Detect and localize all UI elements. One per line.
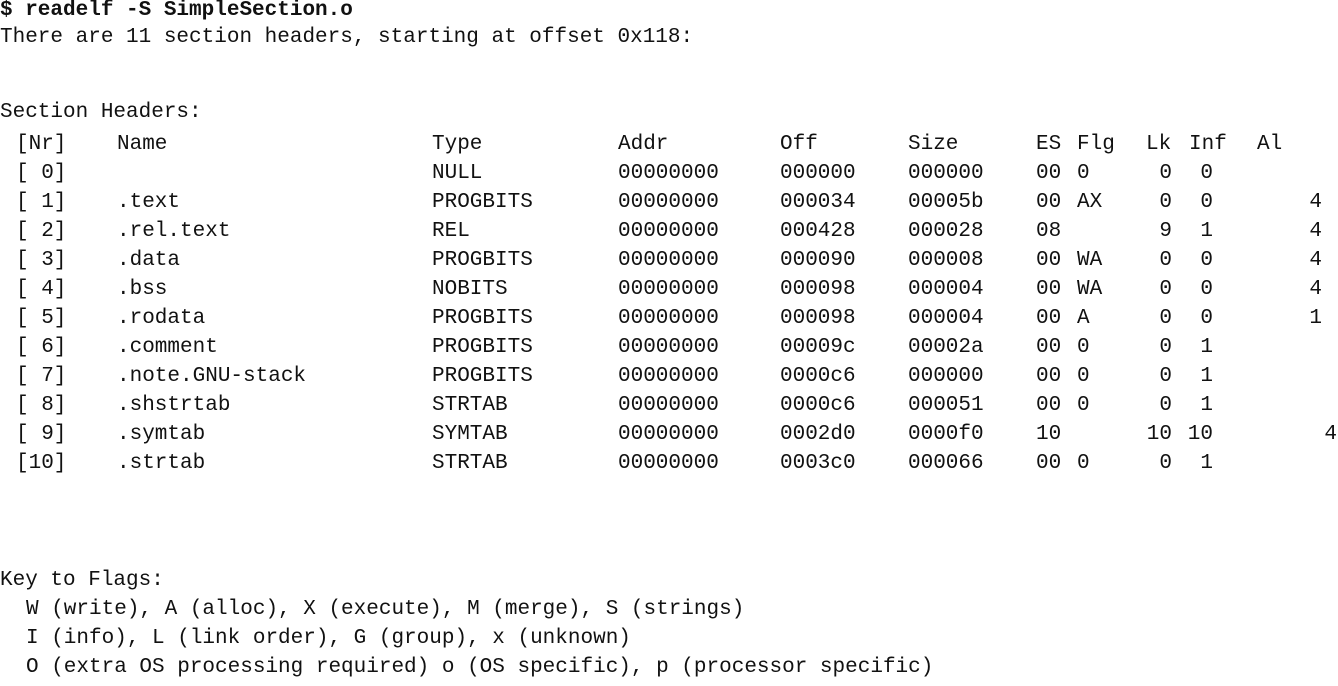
cell-inf: 1 <box>1200 452 1213 475</box>
cell-flg: 0 <box>1077 452 1090 475</box>
cell-nr: [10] <box>16 452 67 475</box>
cell-size: 000066 <box>908 452 984 475</box>
summary-line: There are 11 section headers, starting a… <box>0 26 694 49</box>
key-line: O (extra OS processing required) o (OS s… <box>26 656 934 679</box>
cell-addr: 00000000 <box>618 452 719 475</box>
cell-es: 00 <box>1036 452 1062 475</box>
cell-name: .strtab <box>117 452 206 475</box>
cell-off: 0003c0 <box>780 452 856 475</box>
section-headers-title: Section Headers: <box>0 101 202 124</box>
cell-type: STRTAB <box>432 452 508 475</box>
table-row: [10] .strtab STRTAB 00000000 0003c0 000066 00 0… <box>0 447 1338 482</box>
